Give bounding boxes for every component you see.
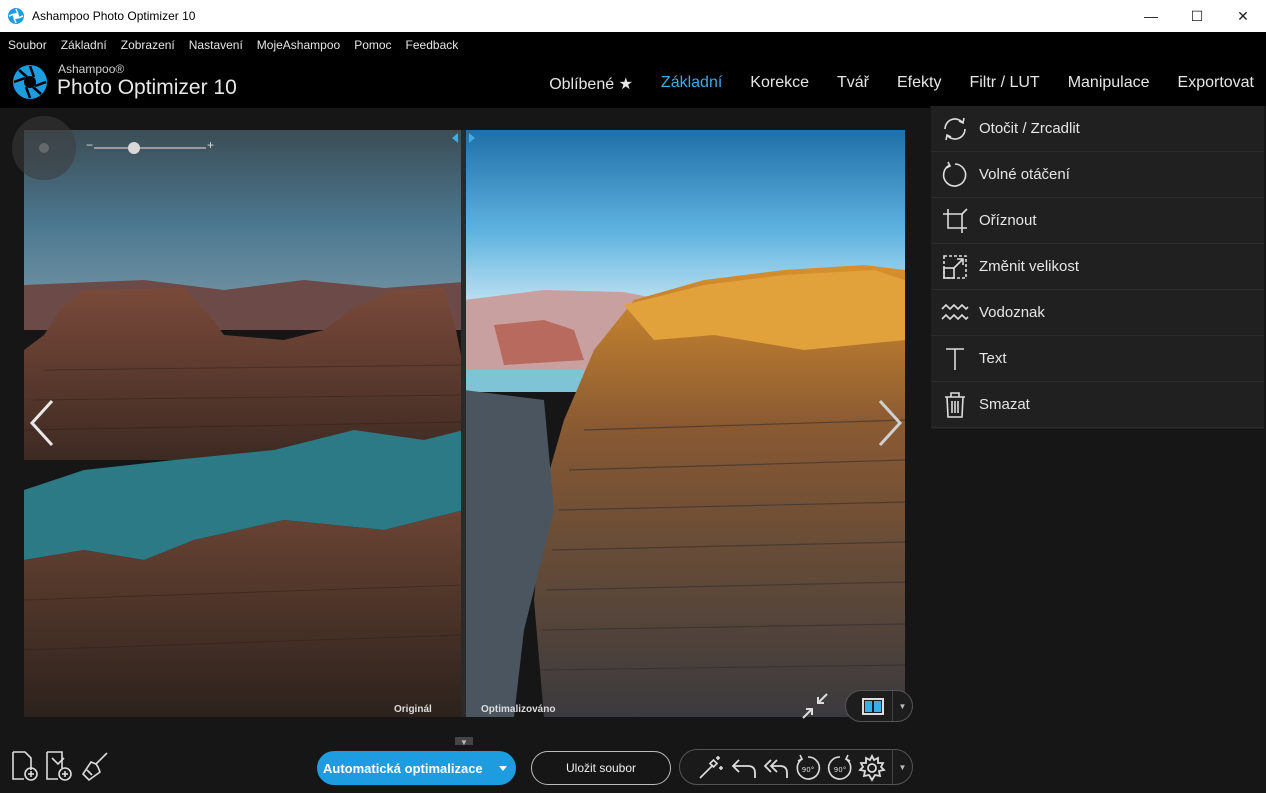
tab-tvar[interactable]: Tvář xyxy=(837,74,869,94)
rotate-mirror-icon xyxy=(944,117,966,141)
save-file-label: Uložit soubor xyxy=(565,761,637,775)
edit-tools-dropdown-icon[interactable]: ▼ xyxy=(892,750,912,784)
tool-item-rotate-mirror[interactable]: Otočit / Zrcadlit xyxy=(931,106,1264,152)
ashampoo-logo-icon xyxy=(13,65,47,99)
edit-tools-group: 90° 90° ▼ xyxy=(679,749,913,785)
menu-zobrazeni[interactable]: Zobrazení xyxy=(121,38,175,52)
menu-soubor[interactable]: Soubor xyxy=(8,38,47,52)
app-logo-icon xyxy=(8,8,24,24)
view-mode-toggle[interactable]: ▼ xyxy=(845,690,913,722)
menu-mojeashampoo[interactable]: MojeAshampoo xyxy=(257,38,340,52)
menu-pomoc[interactable]: Pomoc xyxy=(354,38,391,52)
window-controls: — ☐ ✕ xyxy=(1128,0,1266,32)
brand-vendor: Ashampoo® xyxy=(58,62,125,76)
auto-optimize-button[interactable]: Automatická optimalizace xyxy=(317,751,516,785)
close-button[interactable]: ✕ xyxy=(1220,0,1266,32)
resize-icon xyxy=(943,255,967,279)
minimize-button[interactable]: — xyxy=(1128,0,1174,32)
next-image-icon[interactable] xyxy=(872,395,906,451)
rotate-left-icon[interactable]: 90° xyxy=(794,754,822,782)
app-header: Ashampoo® Photo Optimizer 10 Oblíbené ★ … xyxy=(0,58,1266,108)
zoom-thumb[interactable] xyxy=(128,142,141,154)
tab-zakladni[interactable]: Základní xyxy=(661,74,722,94)
tool-label: Změnit velikost xyxy=(979,258,1080,275)
tool-label: Vodoznak xyxy=(979,304,1045,321)
tab-filtr-lut[interactable]: Filtr / LUT xyxy=(969,74,1039,94)
trash-icon xyxy=(945,392,965,418)
tool-label: Text xyxy=(979,350,1007,367)
tab-manipulace[interactable]: Manipulace xyxy=(1068,74,1150,94)
optimized-caption: Optimalizováno xyxy=(481,704,556,715)
rotate-right-label: 90° xyxy=(834,766,846,774)
tool-item-crop[interactable]: Oříznout xyxy=(931,198,1264,244)
rotate-right-icon[interactable]: 90° xyxy=(826,754,854,782)
tool-item-resize[interactable]: Změnit velikost xyxy=(931,244,1264,290)
zoom-slider[interactable]: − + xyxy=(86,138,214,156)
zoom-track xyxy=(94,147,206,149)
tool-list: Otočit / Zrcadlit Volné otáčení Oříznout xyxy=(931,106,1264,429)
brand-product: Photo Optimizer 10 xyxy=(57,76,237,99)
auto-optimize-label: Automatická optimalizace xyxy=(323,760,483,776)
split-view-icon xyxy=(862,698,884,715)
watermark-icon xyxy=(941,303,969,321)
previous-image-icon[interactable] xyxy=(26,395,60,451)
text-icon xyxy=(946,348,964,370)
menu-feedback[interactable]: Feedback xyxy=(406,38,459,52)
menu-bar: Soubor Základní Zobrazení Nastavení Moje… xyxy=(0,32,1266,58)
free-rotate-icon xyxy=(942,161,967,187)
add-files-icon[interactable] xyxy=(44,750,74,782)
rotate-left-label: 90° xyxy=(802,766,814,774)
auto-optimize-dropdown-icon[interactable] xyxy=(499,766,507,771)
pan-navigator-dot xyxy=(39,143,49,153)
tab-korekce[interactable]: Korekce xyxy=(750,74,809,94)
tab-exportovat[interactable]: Exportovat xyxy=(1178,74,1254,94)
split-handle-left-icon[interactable] xyxy=(452,133,458,143)
tool-label: Volné otáčení xyxy=(979,166,1070,183)
tool-item-watermark[interactable]: Vodoznak xyxy=(931,290,1264,336)
view-mode-dropdown-icon[interactable]: ▼ xyxy=(892,691,912,721)
undo-icon[interactable] xyxy=(730,754,758,782)
original-caption: Originál xyxy=(394,704,432,715)
pan-navigator[interactable] xyxy=(12,116,76,180)
tool-item-free-rotate[interactable]: Volné otáčení xyxy=(931,152,1264,198)
clean-brush-icon[interactable] xyxy=(80,750,110,782)
tool-label: Smazat xyxy=(979,396,1030,413)
tool-item-text[interactable]: Text xyxy=(931,336,1264,382)
split-divider[interactable] xyxy=(461,130,466,717)
maximize-button[interactable]: ☐ xyxy=(1174,0,1220,32)
tab-efekty[interactable]: Efekty xyxy=(897,74,941,94)
title-bar: Ashampoo Photo Optimizer 10 — ☐ ✕ xyxy=(0,0,1266,32)
window-title: Ashampoo Photo Optimizer 10 xyxy=(32,9,196,23)
menu-zakladni[interactable]: Základní xyxy=(61,38,107,52)
tab-oblibene[interactable]: Oblíbené ★ xyxy=(549,74,633,94)
zoom-in-icon[interactable]: + xyxy=(207,138,214,152)
zoom-out-icon[interactable]: − xyxy=(86,138,93,152)
undo-all-icon[interactable] xyxy=(762,754,790,782)
split-handle-right-icon[interactable] xyxy=(469,133,475,143)
tool-label: Oříznout xyxy=(979,212,1037,229)
new-file-icon[interactable] xyxy=(10,750,40,782)
tool-item-delete[interactable]: Smazat xyxy=(931,382,1264,428)
category-tabs: Oblíbené ★ Základní Korekce Tvář Efekty … xyxy=(521,74,1254,94)
fit-to-window-icon[interactable] xyxy=(799,690,831,722)
crop-icon xyxy=(943,208,968,233)
tool-label: Otočit / Zrcadlit xyxy=(979,120,1080,137)
menu-nastaveni[interactable]: Nastavení xyxy=(189,38,243,52)
magic-wand-icon[interactable] xyxy=(696,754,724,782)
settings-gear-icon[interactable] xyxy=(858,754,886,782)
save-file-button[interactable]: Uložit soubor xyxy=(531,751,671,785)
